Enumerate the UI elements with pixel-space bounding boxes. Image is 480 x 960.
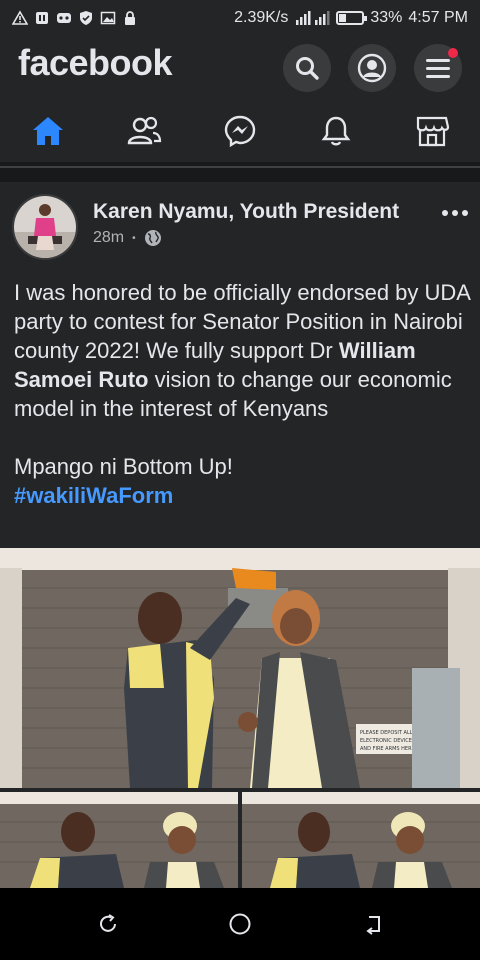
tab-messenger[interactable] — [192, 100, 288, 162]
status-left-icons — [0, 10, 138, 26]
dot — [452, 210, 458, 216]
back-icon — [366, 916, 380, 935]
home-circle-icon — [229, 913, 251, 935]
status-right: 2.39K/s 33% 4:57 PM — [234, 9, 480, 27]
avatar[interactable] — [12, 194, 78, 260]
menu-button[interactable] — [414, 44, 462, 92]
marketplace-icon — [416, 116, 450, 147]
svg-text:AND FIRE ARMS HERE: AND FIRE ARMS HERE — [360, 746, 415, 752]
profile-icon — [357, 53, 387, 83]
search-button[interactable] — [283, 44, 331, 92]
back-button[interactable] — [360, 910, 388, 938]
post-body: I was honored to be officially endorsed … — [14, 278, 470, 510]
post-paragraph: I was honored to be officially endorsed … — [14, 280, 470, 421]
post-slogan: Mpango ni Bottom Up! — [14, 454, 233, 479]
warning-icon — [12, 10, 28, 25]
divider — [0, 166, 480, 168]
search-icon — [296, 57, 319, 80]
recent-apps-icon — [100, 914, 116, 932]
shield-icon — [80, 11, 92, 25]
friends-icon — [127, 116, 162, 145]
nav-tabs — [0, 100, 480, 162]
battery-percent: 33% — [370, 9, 403, 26]
bell-icon — [321, 116, 351, 146]
photo-sign-text: PLEASE DEPOSIT ALL — [360, 730, 413, 736]
post-time[interactable]: 28m — [93, 229, 124, 247]
globe-icon — [144, 230, 161, 246]
post-photo-2[interactable] — [0, 792, 238, 888]
dot — [462, 210, 468, 216]
meta-dot: • — [132, 232, 136, 244]
tab-marketplace[interactable] — [384, 100, 480, 162]
battery-icon — [336, 11, 368, 25]
hashtag-link[interactable]: #wakiliWaForm — [14, 481, 470, 510]
network-speed: 2.39K/s — [234, 9, 289, 26]
tab-friends[interactable] — [96, 100, 192, 162]
tab-notifications[interactable] — [288, 100, 384, 162]
tab-home[interactable] — [0, 100, 96, 162]
game-icon — [57, 13, 71, 23]
image-icon — [100, 11, 116, 25]
post-card: Karen Nyamu, Youth President 28m • I was… — [0, 182, 480, 888]
status-bar: 2.39K/s 33% 4:57 PM — [0, 0, 480, 36]
more-options-button[interactable] — [442, 210, 468, 216]
app-bar: facebook — [0, 36, 480, 100]
home-button[interactable] — [226, 910, 254, 938]
home-icon — [33, 117, 63, 145]
dot — [442, 210, 448, 216]
post-meta: 28m • — [93, 229, 162, 247]
notification-dot — [448, 48, 458, 58]
recent-apps-button[interactable] — [94, 910, 122, 938]
system-navigation-bar — [0, 888, 480, 960]
svg-text:ELECTRONIC DEVICES: ELECTRONIC DEVICES — [360, 738, 415, 744]
menu-icon — [426, 59, 450, 78]
messenger-icon — [224, 115, 256, 148]
post-photo-3[interactable] — [242, 792, 480, 888]
post-author[interactable]: Karen Nyamu, Youth President — [93, 200, 399, 224]
signal-icon — [296, 11, 330, 25]
facebook-logo[interactable]: facebook — [18, 42, 173, 84]
post-photo-main[interactable]: PLEASE DEPOSIT ALL ELECTRONIC DEVICES AN… — [0, 548, 480, 788]
lock-icon — [125, 11, 135, 25]
profile-button[interactable] — [348, 44, 396, 92]
clock: 4:57 PM — [408, 9, 468, 26]
sim-icon — [36, 12, 48, 24]
